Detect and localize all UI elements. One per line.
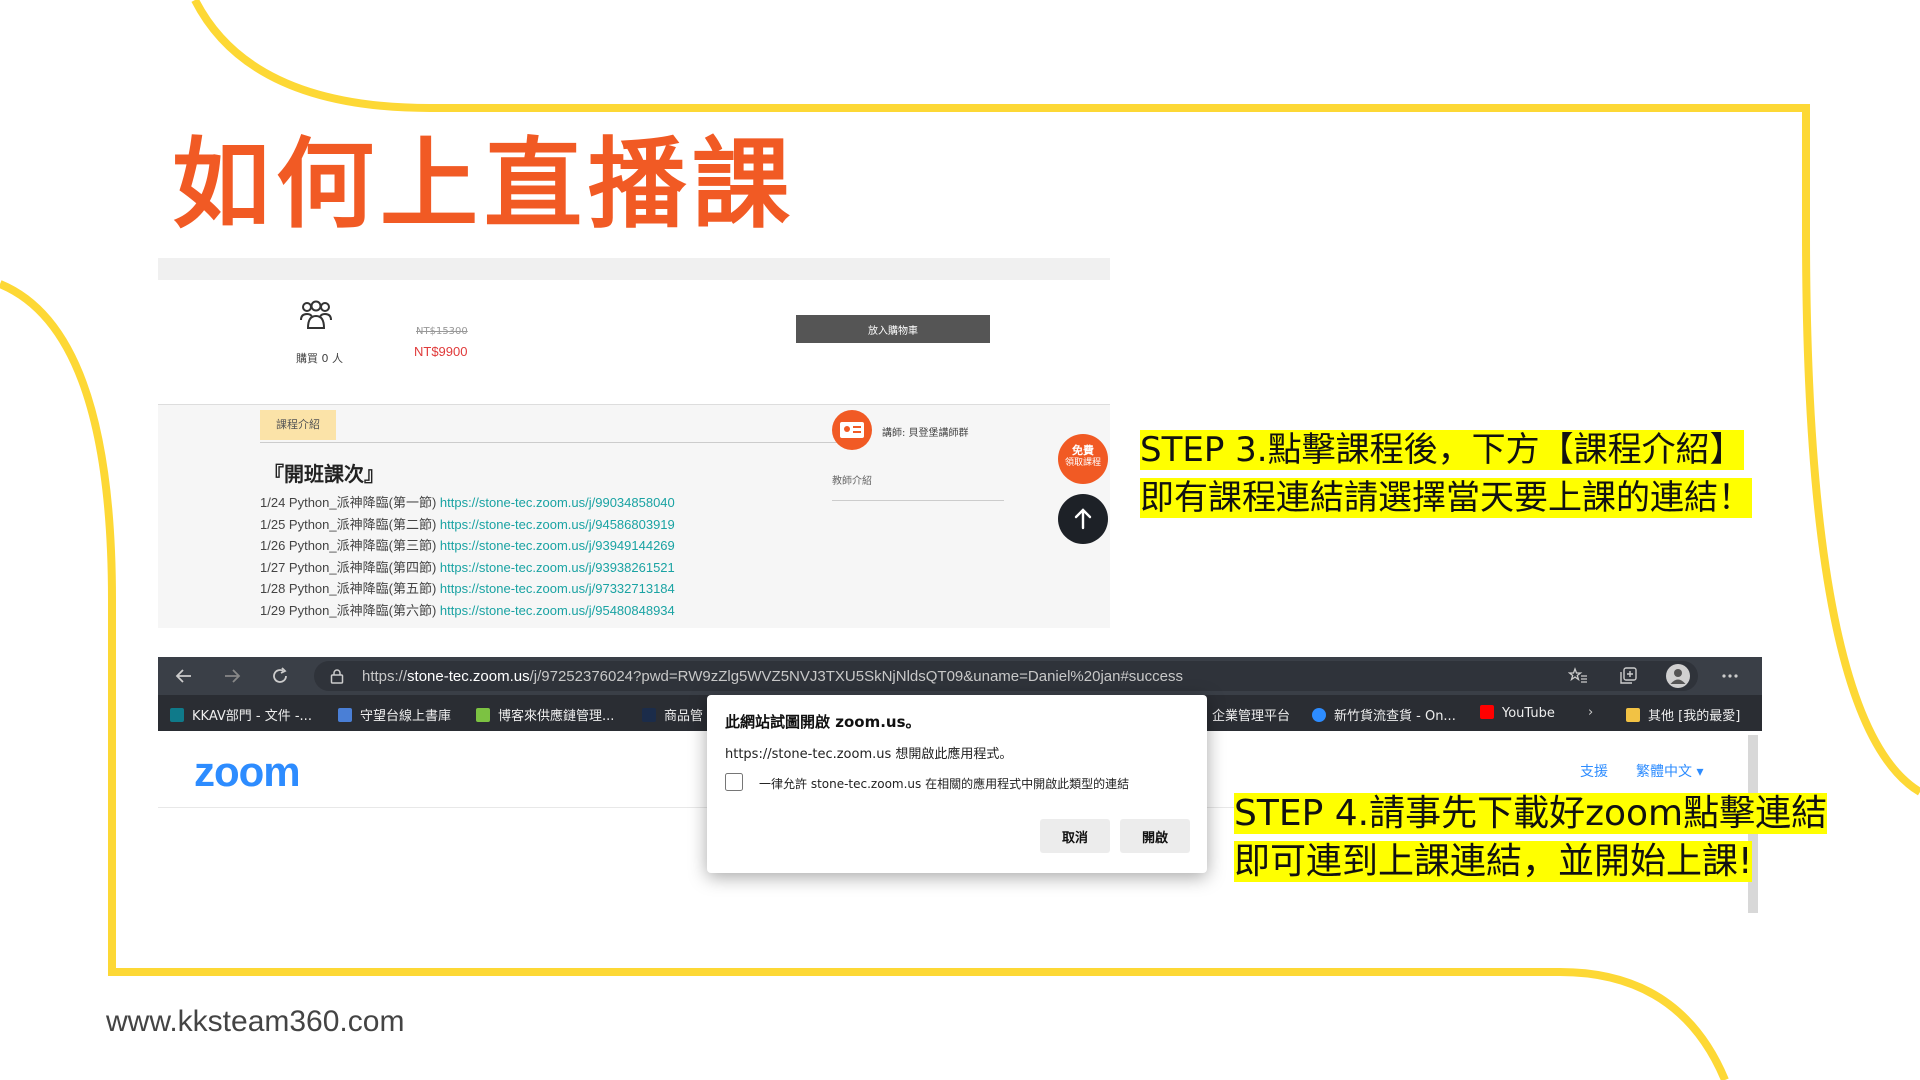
course-page-screenshot: 購買 0 人 NT$15300 NT$9900 放入購物車 課程介紹 『開班課次…	[158, 258, 1110, 628]
bookmark-item[interactable]: KKAV部門 - 文件 -...	[170, 705, 312, 724]
session-link[interactable]: https://stone-tec.zoom.us/j/93938261521	[440, 560, 675, 575]
teacher-intro-label[interactable]: 教師介紹	[832, 472, 872, 487]
cancel-button[interactable]: 取消	[1040, 819, 1110, 853]
purchase-bar: 購買 0 人 NT$15300 NT$9900 放入購物車	[158, 280, 1110, 405]
reload-icon[interactable]	[270, 666, 290, 686]
cloud-icon	[1312, 708, 1326, 722]
list-item: 1/24 Python_派神降臨(第一節) https://stone-tec.…	[260, 492, 675, 514]
bookmark-label: 守望台線上書庫	[360, 709, 452, 724]
slide-title: 如何上直播課	[172, 128, 797, 242]
tab-course-intro[interactable]: 課程介紹	[260, 410, 336, 440]
session-label: 1/25 Python_派神降臨(第二節)	[260, 516, 440, 532]
youtube-icon	[1480, 705, 1494, 719]
store-icon	[476, 708, 490, 722]
lock-icon[interactable]	[330, 669, 344, 684]
step4-line1: STEP 4.請事先下載好zoom點擊連結	[1234, 793, 1828, 834]
p-logo-icon	[642, 708, 656, 722]
bookmark-item[interactable]: 商品管	[642, 705, 703, 724]
add-to-cart-button[interactable]: 放入購物車	[796, 315, 990, 343]
session-label: 1/26 Python_派神降臨(第三節)	[260, 538, 440, 553]
bookmark-label: 企業管理平台	[1212, 709, 1291, 724]
session-label: 1/29 Python_派神降臨(第六節)	[260, 602, 440, 618]
session-link[interactable]: https://stone-tec.zoom.us/j/95480848934	[440, 603, 675, 618]
list-item: 1/25 Python_派神降臨(第二節) https://stone-tec.…	[260, 514, 675, 536]
session-link[interactable]: https://stone-tec.zoom.us/j/97332713184	[440, 581, 675, 596]
list-item: 1/29 Python_派神降臨(第六節) https://stone-tec.…	[260, 600, 675, 622]
list-item: 1/26 Python_派神降臨(第三節) https://stone-tec.…	[260, 535, 675, 557]
bookmark-item[interactable]: YouTube	[1480, 705, 1555, 721]
list-item: 1/28 Python_派神降臨(第五節) https://stone-tec.…	[260, 578, 675, 600]
step4-line2: 即可連到上課連結，並開始上課!	[1234, 841, 1753, 882]
support-link[interactable]: 支援	[1580, 761, 1608, 781]
always-allow-checkbox[interactable]	[725, 773, 743, 791]
step3-callout: STEP 3.點擊課程後，下方【課程介紹】 即有課程連結請選擇當天要上課的連結！	[1140, 426, 1752, 522]
folder-icon	[1626, 708, 1640, 722]
teacher-avatar	[832, 410, 872, 450]
session-label: 1/28 Python_派神降臨(第五節)	[260, 581, 440, 596]
free-course-badge[interactable]: 免費 領取課程	[1058, 434, 1108, 484]
more-menu-icon[interactable]	[1720, 666, 1740, 686]
dialog-title: 此網站試圖開啟 zoom.us。	[725, 713, 921, 731]
url-path: /j/97252376024?pwd=RW9zZlg5WVZ5NVJ3TXU5S…	[529, 668, 1183, 685]
bookmark-label: YouTube	[1502, 706, 1555, 721]
bookmark-folder[interactable]: 其他 [我的最愛]	[1626, 705, 1740, 724]
favorites-icon[interactable]	[1568, 666, 1588, 686]
url-field[interactable]: https://stone-tec.zoom.us/j/97252376024?…	[314, 661, 1698, 691]
open-button[interactable]: 開啟	[1120, 819, 1190, 853]
back-arrow-icon[interactable]	[174, 666, 194, 686]
website-url: www.kksteam360.com	[106, 1005, 405, 1038]
id-card-icon	[840, 422, 864, 438]
list-item: 1/27 Python_派神降臨(第四節) https://stone-tec.…	[260, 557, 675, 579]
bookmark-label: KKAV部門 - 文件 -...	[192, 709, 312, 724]
zoom-logo[interactable]: zoom	[194, 748, 301, 796]
teacher-name: 講師: 貝登堡講師群	[882, 428, 969, 439]
arrow-up-icon	[1074, 508, 1092, 530]
step3-line2: 即有課程連結請選擇當天要上課的連結！	[1140, 478, 1752, 518]
profile-avatar-icon[interactable]	[1666, 664, 1690, 688]
bookmark-label: 新竹貨流查貨 - On...	[1334, 709, 1456, 724]
scroll-to-top-button[interactable]	[1058, 494, 1108, 544]
book-icon	[338, 708, 352, 722]
teacher-divider	[832, 500, 1004, 501]
url-text: https://stone-tec.zoom.us/j/97252376024?…	[362, 668, 1183, 685]
chevron-right-icon[interactable]: ›	[1588, 705, 1593, 720]
bookmark-label: 博客來供應鏈管理...	[498, 709, 615, 724]
bookmark-label: 商品管	[664, 709, 704, 724]
address-bar: https://stone-tec.zoom.us/j/97252376024?…	[158, 657, 1762, 695]
intro-divider	[260, 442, 848, 443]
language-select[interactable]: 繁體中文 ▾	[1636, 761, 1703, 781]
session-link[interactable]: https://stone-tec.zoom.us/j/99034858040	[440, 495, 675, 510]
url-host: stone-tec.zoom.us	[407, 668, 530, 685]
sharepoint-icon	[170, 708, 184, 722]
session-list: 1/24 Python_派神降臨(第一節) https://stone-tec.…	[260, 492, 675, 621]
free-badge-sub: 領取課程	[1064, 458, 1101, 468]
bookmark-item[interactable]: 守望台線上書庫	[338, 705, 451, 724]
current-price: NT$9900	[414, 344, 468, 359]
bookmark-label: 其他 [我的最愛]	[1648, 709, 1741, 724]
original-price: NT$15300	[416, 326, 468, 337]
session-link[interactable]: https://stone-tec.zoom.us/j/94586803919	[440, 517, 675, 532]
bookmark-item[interactable]: 新竹貨流查貨 - On...	[1312, 705, 1456, 724]
dialog-message: https://stone-tec.zoom.us 想開啟此應用程式。	[725, 747, 1013, 762]
session-label: 1/24 Python_派神降臨(第一節)	[260, 495, 440, 510]
step3-line1: STEP 3.點擊課程後，下方【課程介紹】	[1140, 430, 1744, 470]
step4-callout: STEP 4.請事先下載好zoom點擊連結 即可連到上課連結，並開始上課!	[1234, 790, 1828, 886]
bookmark-item[interactable]: 企業管理平台	[1212, 705, 1290, 724]
course-top-strip	[158, 258, 1110, 280]
url-prefix: https://	[362, 668, 408, 685]
buyers-count: 購買 0 人	[296, 352, 343, 365]
bookmark-item[interactable]: 博客來供應鏈管理...	[476, 705, 614, 724]
free-badge-main: 免費	[1072, 444, 1094, 457]
open-app-dialog: 此網站試圖開啟 zoom.us。 https://stone-tec.zoom.…	[707, 695, 1207, 873]
session-link[interactable]: https://stone-tec.zoom.us/j/93949144269	[440, 538, 675, 553]
always-allow-label: 一律允許 stone-tec.zoom.us 在相關的應用程式中開啟此類型的連結	[759, 777, 1130, 791]
session-label: 1/27 Python_派神降臨(第四節)	[260, 559, 440, 575]
collections-icon[interactable]	[1618, 666, 1638, 686]
schedule-heading: 『開班課次』	[264, 462, 384, 486]
users-group-icon	[300, 300, 332, 329]
forward-arrow-icon[interactable]	[222, 666, 242, 686]
